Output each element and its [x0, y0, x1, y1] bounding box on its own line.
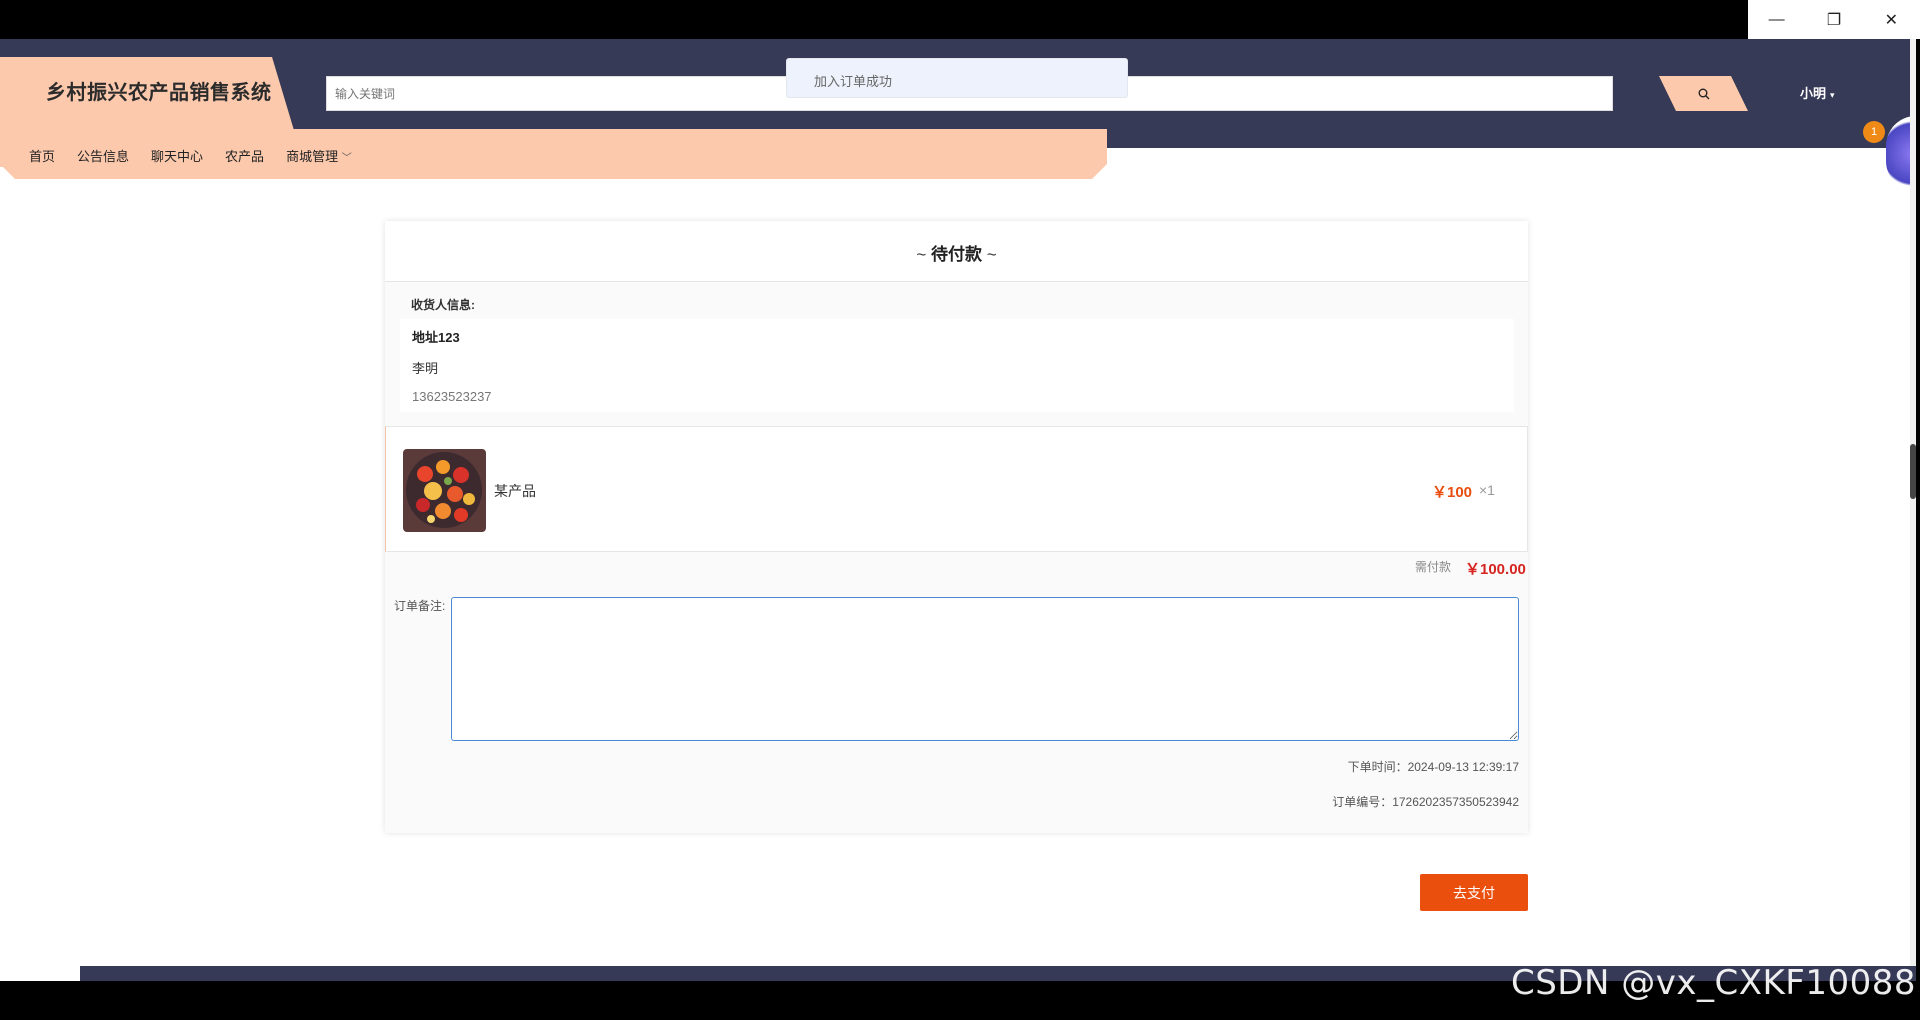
- receiver-phone: 13623523237: [412, 389, 492, 404]
- window-titlebar: [0, 0, 1920, 39]
- search-icon: [1698, 88, 1709, 99]
- user-menu[interactable]: 小明 ▾: [1800, 83, 1835, 102]
- toast-message: 加入订单成功: [786, 58, 1128, 98]
- nav-item-announcements[interactable]: 公告信息: [77, 146, 129, 165]
- order-status-title: ~ 待付款 ~: [916, 240, 996, 265]
- scrollbar[interactable]: [1910, 39, 1916, 981]
- page: 乡村振兴农产品销售系统 小明▾ 首页 公告信息 聊天中心 农产品 商城管理 ﹀ …: [0, 39, 1916, 981]
- total-value: ￥100.00: [1465, 561, 1526, 578]
- title-deco-left: ~: [916, 245, 927, 264]
- remark-textarea[interactable]: [451, 597, 1519, 741]
- address-text: 地址123: [412, 330, 460, 345]
- user-name: 小明: [1800, 86, 1827, 101]
- product-photo: [403, 449, 486, 532]
- order-panel-header: ~ 待付款 ~: [385, 221, 1528, 282]
- watermark: CSDN @vx_CXKF10088: [1510, 963, 1916, 1003]
- pay-button[interactable]: 去支付: [1420, 874, 1528, 911]
- product-quantity: ×1: [1479, 482, 1495, 498]
- nav-item-mall-management[interactable]: 商城管理 ﹀: [286, 146, 352, 165]
- order-status-text: 待付款: [931, 245, 982, 264]
- product-image[interactable]: [403, 449, 486, 532]
- close-button[interactable]: ✕: [1863, 0, 1920, 39]
- phone-row: 13623523237: [400, 381, 1514, 412]
- caret-down-icon: ▾: [1830, 90, 1835, 100]
- brand-title: 乡村振兴农产品销售系统: [46, 82, 272, 104]
- product-price: ￥100: [1432, 484, 1473, 501]
- receiver-name-row: 李明: [400, 350, 1514, 381]
- nav-item-chat[interactable]: 聊天中心: [151, 146, 203, 165]
- chevron-down-icon: ﹀: [341, 153, 352, 164]
- receiver-name: 李明: [412, 361, 439, 376]
- nav-menu: 首页 公告信息 聊天中心 农产品 商城管理 ﹀: [29, 146, 352, 165]
- notification-badge[interactable]: 1: [1863, 121, 1885, 143]
- order-time: 下单时间：2024-09-13 12:39:17: [1347, 760, 1519, 774]
- minimize-button[interactable]: —: [1748, 0, 1805, 39]
- nav-item-label: 商城管理: [286, 149, 339, 164]
- remark-label: 订单备注:: [394, 599, 446, 613]
- order-number: 订单编号：1726202357350523942: [1332, 795, 1519, 809]
- nav-item-home[interactable]: 首页: [29, 146, 55, 165]
- total-label: 需付款: [1415, 560, 1452, 574]
- receiver-label: 收货人信息:: [411, 298, 475, 312]
- address-row: 地址123: [400, 319, 1514, 350]
- product-row: [385, 426, 1528, 552]
- scrollbar-thumb[interactable]: [1910, 444, 1916, 499]
- title-deco-right: ~: [986, 245, 997, 264]
- product-name[interactable]: 某产品: [494, 481, 536, 501]
- nav-item-products[interactable]: 农产品: [225, 146, 264, 165]
- window-controls: — ❐ ✕: [1748, 0, 1920, 39]
- restore-button[interactable]: ❐: [1805, 0, 1862, 39]
